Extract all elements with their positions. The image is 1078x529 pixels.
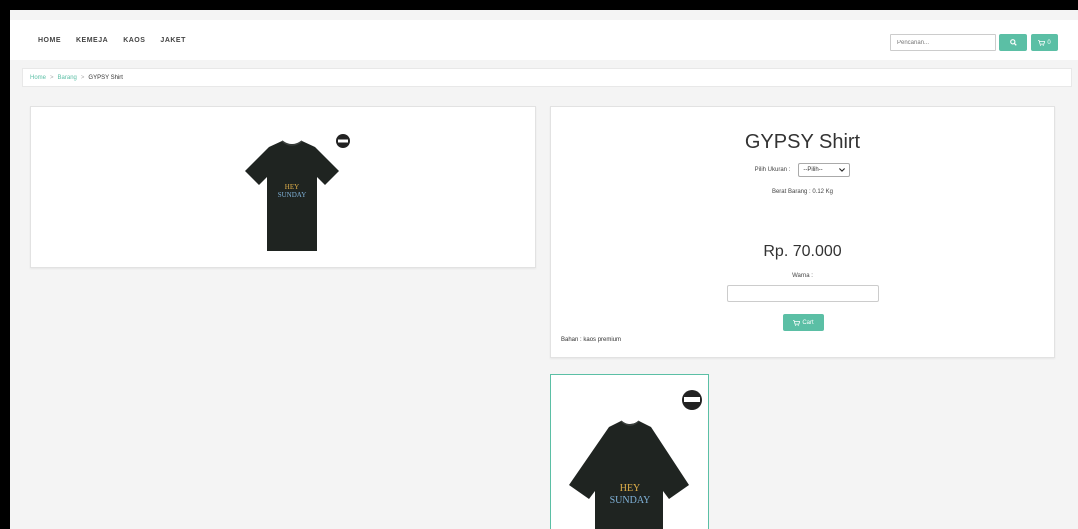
size-selected-value: --Pilih-- [803,167,823,173]
search-input[interactable] [890,34,996,51]
cart-count: 0 [1047,39,1051,46]
page-frame: HOME KEMEJA KAOS JAKET 0 Home > Barang >… [10,10,1078,529]
cart-icon [1038,39,1046,46]
breadcrumb-separator: > [80,74,85,81]
chevron-down-icon [839,168,846,172]
product-thumbnail[interactable]: HEY SUNDAY [550,374,709,529]
nav-home[interactable]: HOME [38,37,61,44]
size-label: Pilih Ukuran : [754,167,791,173]
nav-links: HOME KEMEJA KAOS JAKET [38,20,201,60]
color-input[interactable] [727,285,879,302]
size-row: Pilih Ukuran : --Pilih-- [551,163,1054,177]
product-weight: Berat Barang : 0.12 Kg [771,189,834,195]
shirt-print-line2: SUNDAY [610,495,651,506]
search-icon [1009,39,1017,46]
breadcrumb-separator: > [50,74,54,81]
nav-cart-button[interactable]: 0 [1031,34,1058,51]
product-image-panel: HEY SUNDAY [30,106,536,268]
thumbnail-image: HEY SUNDAY [569,390,702,529]
breadcrumb: Home > Barang > GYPSY Shirt [22,68,1072,87]
shirt-print-line2: SUNDAY [278,191,307,199]
color-label: Warna : [792,273,813,279]
add-to-cart-button[interactable]: Cart [783,314,824,331]
cart-icon [793,319,801,326]
add-to-cart-label: Cart [802,319,814,326]
nav-jaket[interactable]: JAKET [160,37,185,44]
shirt-print-line1: HEY [285,183,299,191]
search-button[interactable] [999,34,1027,51]
product-image: HEY SUNDAY [245,134,350,251]
breadcrumb-current: GYPSY Shirt [88,74,123,81]
shirt-print-line1: HEY [620,483,641,494]
nav-kemeja[interactable]: KEMEJA [76,37,108,44]
product-material: Bahan : kaos premium [561,337,622,343]
product-title: GYPSY Shirt [744,131,861,153]
navbar: HOME KEMEJA KAOS JAKET 0 [10,20,1078,60]
product-detail-panel: GYPSY Shirt Pilih Ukuran : --Pilih-- Ber… [550,106,1055,358]
product-price: Rp. 70.000 [763,243,842,260]
breadcrumb-barang[interactable]: Barang [58,75,77,81]
size-select[interactable]: --Pilih-- [798,163,851,177]
breadcrumb-home[interactable]: Home [30,75,46,81]
tshirt-icon [569,421,689,529]
nav-kaos[interactable]: KAOS [123,37,145,44]
